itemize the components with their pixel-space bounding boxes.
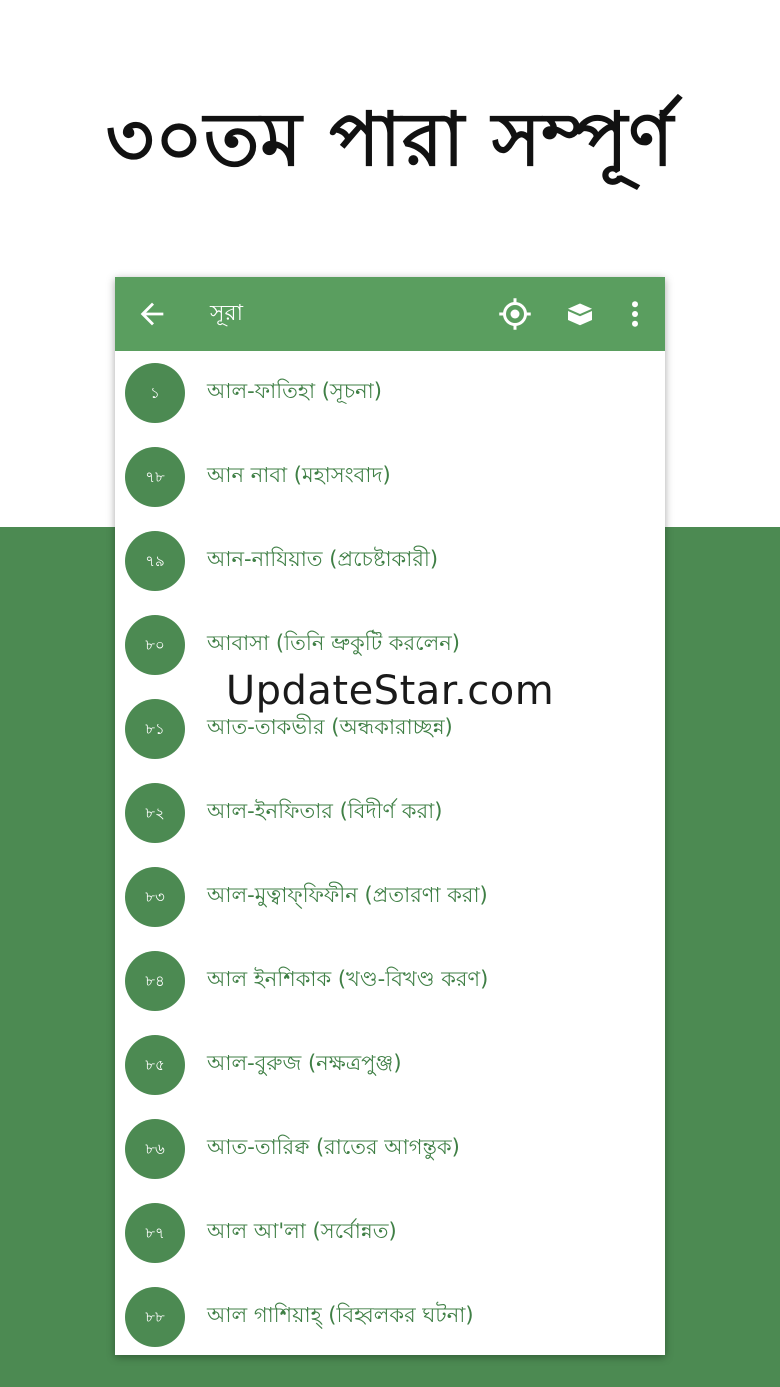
surah-row[interactable]: ৮০ আবাসা (তিনি ভ্রুকুটি করলেন) [115, 603, 665, 687]
surah-number-badge: ৮৫ [125, 1035, 185, 1095]
surah-number-badge: ৮৩ [125, 867, 185, 927]
surah-name: আন নাবা (মহাসংবাদ) [207, 463, 391, 487]
surah-row[interactable]: ৮১ আত-তাকভীর (অন্ধকারাচ্ছন্ন) [115, 687, 665, 771]
surah-name: আল আ'লা (সর্বোন্নত) [207, 1219, 397, 1243]
surah-name: আবাসা (তিনি ভ্রুকুটি করলেন) [207, 631, 460, 655]
surah-name: আল-বুরুজ (নক্ষত্রপুঞ্জ) [207, 1051, 402, 1075]
surah-number-badge: ৮০ [125, 615, 185, 675]
surah-row[interactable]: ৮২ আল-ইনফিতার (বিদীর্ণ করা) [115, 771, 665, 855]
more-vert-icon[interactable] [617, 296, 653, 332]
headline: ৩০তম পারা সম্পূর্ণ [105, 97, 675, 183]
surah-row[interactable]: ৮৬ আত-তারিক্ব (রাতের আগন্তুক) [115, 1107, 665, 1191]
toolbar-title: সূরা [210, 301, 244, 326]
surah-number-badge: ৮৭ [125, 1203, 185, 1263]
surah-row[interactable]: ৭৯ আন-নাযিয়াত (প্রচেষ্টাকারী) [115, 519, 665, 603]
target-icon[interactable] [497, 296, 533, 332]
surah-number-badge: ৮৬ [125, 1119, 185, 1179]
surah-row[interactable]: ৮৫ আল-বুরুজ (নক্ষত্রপুঞ্জ) [115, 1023, 665, 1107]
surah-row[interactable]: ৮৭ আল আ'লা (সর্বোন্নত) [115, 1191, 665, 1275]
surah-name: আত-তারিক্ব (রাতের আগন্তুক) [207, 1135, 460, 1159]
arrow-left-icon[interactable] [135, 297, 169, 331]
surah-name: আল-মুত্বাফ্‌ফিফীন (প্রতারণা করা) [207, 883, 488, 907]
surah-name: আল-ফাতিহা (সূচনা) [207, 379, 382, 403]
surah-number-badge: ৮৪ [125, 951, 185, 1011]
surah-row[interactable]: ৮৮ আল গাশিয়াহ্ (বিহ্বলকর ঘটনা) [115, 1275, 665, 1355]
surah-row[interactable]: ১ আল-ফাতিহা (সূচনা) [115, 351, 665, 435]
surah-name: আত-তাকভীর (অন্ধকারাচ্ছন্ন) [207, 715, 453, 739]
surah-number-badge: ১ [125, 363, 185, 423]
surah-name: আল-ইনফিতার (বিদীর্ণ করা) [207, 799, 443, 823]
surah-number-badge: ৭৯ [125, 531, 185, 591]
surah-list: ১ আল-ফাতিহা (সূচনা) ৭৮ আন নাবা (মহাসংবাদ… [115, 351, 665, 1355]
surah-row[interactable]: ৮৪ আল ইনশিকাক (খণ্ড-বিখণ্ড করণ) [115, 939, 665, 1023]
surah-row[interactable]: ৭৮ আন নাবা (মহাসংবাদ) [115, 435, 665, 519]
kaaba-icon[interactable] [562, 296, 598, 332]
phone-screen: সূরা ১ আল-ফাতিহা (সূচনা) ৭৮ আন নাবা (মহা… [115, 277, 665, 1355]
surah-number-badge: ৭৮ [125, 447, 185, 507]
surah-name: আল ইনশিকাক (খণ্ড-বিখণ্ড করণ) [207, 967, 489, 991]
app-toolbar: সূরা [115, 277, 665, 351]
surah-name: আন-নাযিয়াত (প্রচেষ্টাকারী) [207, 547, 439, 571]
surah-number-badge: ৮১ [125, 699, 185, 759]
surah-number-badge: ৮৮ [125, 1287, 185, 1347]
surah-name: আল গাশিয়াহ্ (বিহ্বলকর ঘটনা) [207, 1303, 474, 1327]
surah-row[interactable]: ৮৩ আল-মুত্বাফ্‌ফিফীন (প্রতারণা করা) [115, 855, 665, 939]
surah-number-badge: ৮২ [125, 783, 185, 843]
